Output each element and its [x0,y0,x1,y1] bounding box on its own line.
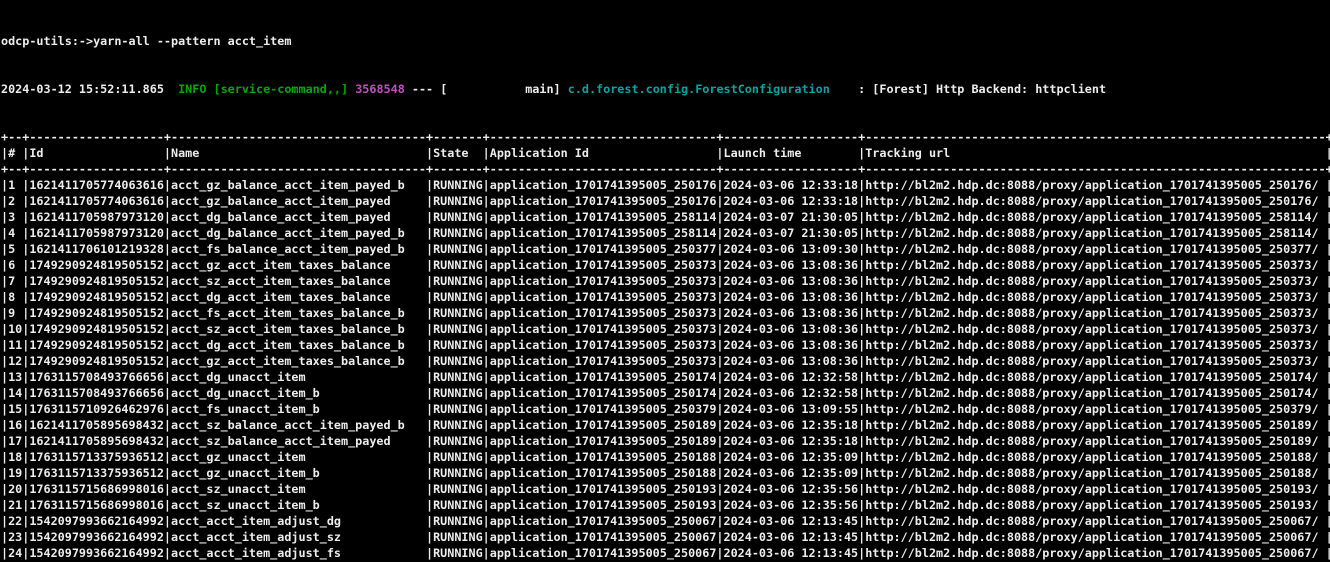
table-row: |7 |1749290924819505152|acct_sz_acct_ite… [1,273,1330,289]
table-row: |8 |1749290924819505152|acct_dg_acct_ite… [1,289,1330,305]
table-row: |23|1542097993662164992|acct_acct_item_a… [1,529,1330,545]
log-segment-green: INFO [service-command,,] [171,82,355,96]
table-row: |14|1763115708493766656|acct_dg_unacct_i… [1,385,1330,401]
table-header-row: |# |Id |Name |State |Application Id |Lau… [1,145,1330,161]
table-row: |1 |1621411705774063616|acct_gz_balance_… [1,177,1330,193]
table-row: |20|1763115715686998016|acct_sz_unacct_i… [1,481,1330,497]
log-segment-foreground: 2024-03-12 15:52:11.865 [1,82,171,96]
log-segment-cyan: c.d.forest.config.ForestConfiguration [568,82,830,96]
table-row: |11|1749290924819505152|acct_dg_acct_ite… [1,337,1330,353]
table-row: |5 |1621411706101219328|acct_fs_balance_… [1,241,1330,257]
table-row: |6 |1749290924819505152|acct_gz_acct_ite… [1,257,1330,273]
table-row: |21|1763115715686998016|acct_sz_unacct_i… [1,497,1330,513]
table-row: |12|1749290924819505152|acct_gz_acct_ite… [1,353,1330,369]
log-segment-magenta: 3568548 [355,82,405,96]
table-row: |13|1763115708493766656|acct_dg_unacct_i… [1,369,1330,385]
table-border-top: +--+-------------------+----------------… [1,129,1330,145]
table-border-header: +--+-------------------+----------------… [1,161,1330,177]
table-row: |15|1763115710926462976|acct_fs_unacct_i… [1,401,1330,417]
table-row: |17|1621411705895698432|acct_sz_balance_… [1,433,1330,449]
log-segment-foreground: --- [ main] [405,82,568,96]
shell-prompt: odcp-utils:-> [1,34,93,48]
table-row: |18|1763115713375936512|acct_gz_unacct_i… [1,449,1330,465]
command-text: yarn-all --pattern acct_item [93,34,291,48]
log-line: 2024-03-12 15:52:11.865 INFO [service-co… [1,81,1330,97]
table-row: |2 |1621411705774063616|acct_gz_balance_… [1,193,1330,209]
table-row: |3 |1621411705987973120|acct_dg_balance_… [1,209,1330,225]
table-row: |16|1621411705895698432|acct_sz_balance_… [1,417,1330,433]
prompt-line: odcp-utils:->yarn-all --pattern acct_ite… [1,33,1330,49]
log-segment-foreground: : [Forest] Http Backend: httpclient [830,82,1106,96]
table-row: |19|1763115713375936512|acct_gz_unacct_i… [1,465,1330,481]
table-row: |10|1749290924819505152|acct_sz_acct_ite… [1,321,1330,337]
table-row: |24|1542097993662164992|acct_acct_item_a… [1,545,1330,561]
table-row: |4 |1621411705987973120|acct_dg_balance_… [1,225,1330,241]
table-row: |9 |1749290924819505152|acct_fs_acct_ite… [1,305,1330,321]
terminal-window[interactable]: odcp-utils:->yarn-all --pattern acct_ite… [0,0,1330,562]
yarn-applications-table: +--+-------------------+----------------… [1,129,1330,562]
table-row: |22|1542097993662164992|acct_acct_item_a… [1,513,1330,529]
